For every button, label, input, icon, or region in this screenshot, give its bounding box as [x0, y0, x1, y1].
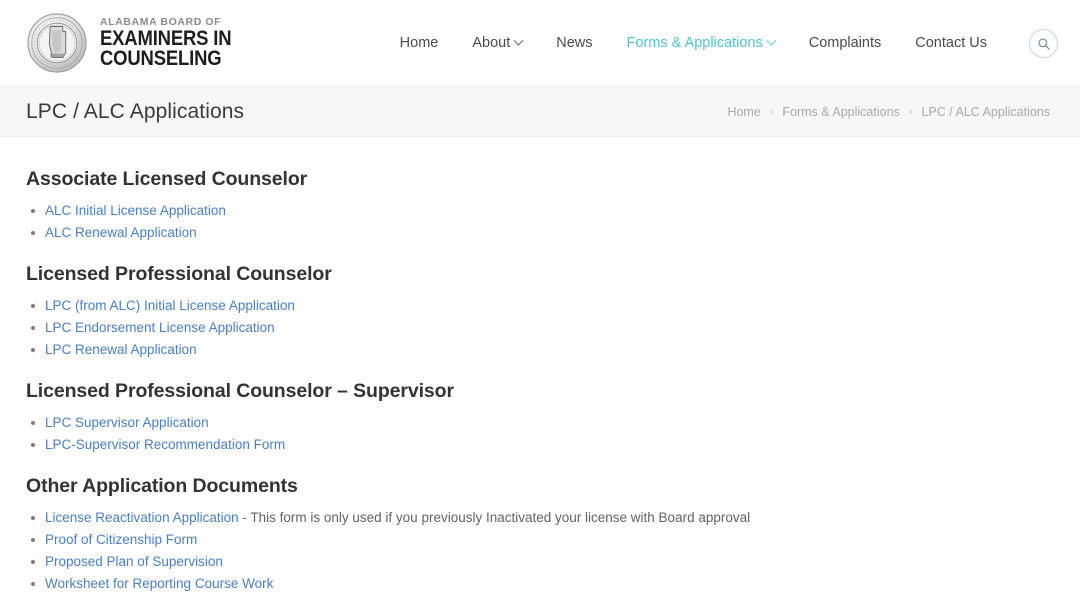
search-icon — [1037, 37, 1050, 50]
breadcrumb-item-forms-applications[interactable]: Forms & Applications — [782, 105, 899, 119]
breadcrumb-separator-icon: › — [908, 105, 913, 118]
nav-label: Home — [399, 35, 439, 51]
document-link[interactable]: Proposed Plan of Supervision — [45, 554, 223, 569]
section-other-application-documents: Other Application Documents License Reac… — [26, 475, 1054, 592]
wordmark-line-2: COUNSELING — [100, 47, 222, 71]
nav-item-contact-us[interactable]: Contact Us — [898, 35, 1004, 51]
nav-label: News — [556, 35, 593, 51]
document-link[interactable]: ALC Initial License Application — [45, 203, 226, 218]
site-header: ALABAMA BOARD OF EXAMINERS IN COUNSELING… — [0, 0, 1080, 86]
document-note: - This form is only used if you previous… — [238, 510, 751, 525]
nav-item-complaints[interactable]: Complaints — [792, 35, 899, 51]
document-list: LPC (from ALC) Initial License Applicati… — [26, 297, 1054, 359]
nav-label: Contact Us — [915, 35, 987, 51]
wordmark-top-line: ALABAMA BOARD OF — [100, 15, 222, 28]
list-item: Worksheet for Reporting Course Work — [26, 575, 1054, 592]
section-heading: Associate Licensed Counselor — [26, 168, 308, 190]
state-seal-icon — [27, 13, 87, 73]
list-item: ALC Initial License Application — [26, 202, 1054, 220]
page-title-bar: LPC / ALC Applications Home › Forms & Ap… — [0, 86, 1080, 137]
document-link[interactable]: License Reactivation Application — [45, 510, 239, 525]
section-licensed-professional-counselor-supervisor: Licensed Professional Counselor – Superv… — [26, 380, 1054, 454]
list-item: License Reactivation Application - This … — [26, 509, 1054, 527]
breadcrumb-item-home[interactable]: Home — [727, 105, 760, 119]
document-link[interactable]: ALC Renewal Application — [45, 225, 197, 240]
chevron-down-icon — [513, 35, 524, 46]
document-list: ALC Initial License Application ALC Rene… — [26, 202, 1054, 242]
list-item: LPC-Supervisor Recommendation Form — [26, 436, 1054, 454]
document-link[interactable]: LPC (from ALC) Initial License Applicati… — [45, 298, 295, 313]
document-link[interactable]: Proof of Citizenship Form — [45, 532, 197, 547]
section-heading: Licensed Professional Counselor – Superv… — [26, 380, 454, 402]
site-logo[interactable]: ALABAMA BOARD OF EXAMINERS IN COUNSELING — [26, 12, 249, 74]
nav-item-news[interactable]: News — [539, 35, 609, 51]
document-link[interactable]: LPC Renewal Application — [45, 342, 197, 357]
breadcrumb-item-current: LPC / ALC Applications — [921, 104, 1050, 119]
breadcrumb: Home › Forms & Applications › LPC / ALC … — [727, 105, 1050, 119]
nav-label: Complaints — [808, 35, 882, 51]
document-link[interactable]: LPC Supervisor Application — [45, 415, 209, 430]
list-item: ALC Renewal Application — [26, 224, 1054, 242]
document-list: License Reactivation Application - This … — [26, 509, 1054, 592]
document-list: LPC Supervisor Application LPC-Superviso… — [26, 414, 1054, 454]
nav-label: About — [472, 35, 511, 51]
page-title: LPC / ALC Applications — [26, 99, 245, 123]
nav-item-forms-applications[interactable]: Forms & Applications — [610, 35, 792, 51]
section-heading: Licensed Professional Counselor — [26, 263, 332, 285]
list-item: LPC Endorsement License Application — [26, 319, 1054, 337]
document-link[interactable]: LPC Endorsement License Application — [45, 320, 275, 335]
document-link[interactable]: LPC-Supervisor Recommendation Form — [45, 437, 285, 452]
section-heading: Other Application Documents — [26, 475, 298, 497]
list-item: LPC Renewal Application — [26, 341, 1054, 359]
breadcrumb-separator-icon: › — [769, 105, 774, 118]
list-item: Proof of Citizenship Form — [26, 531, 1054, 549]
nav-label: Forms & Applications — [626, 35, 763, 51]
nav-item-about[interactable]: About — [455, 35, 539, 51]
nav-item-home[interactable]: Home — [383, 35, 456, 51]
wordmark-main-text: EXAMINERS IN COUNSELING — [100, 27, 232, 71]
section-associate-licensed-counselor: Associate Licensed Counselor ALC Initial… — [26, 168, 1054, 242]
main-content: Associate Licensed Counselor ALC Initial… — [0, 137, 1080, 592]
list-item: LPC Supervisor Application — [26, 414, 1054, 432]
wordmark-line-1: EXAMINERS IN — [100, 27, 232, 51]
list-item: Proposed Plan of Supervision — [26, 553, 1054, 571]
chevron-down-icon — [766, 35, 777, 46]
search-button[interactable] — [1029, 29, 1058, 58]
logo-wordmark: ALABAMA BOARD OF EXAMINERS IN COUNSELING — [100, 17, 249, 70]
section-licensed-professional-counselor: Licensed Professional Counselor LPC (fro… — [26, 263, 1054, 359]
main-navigation: Home About News Forms & Applications Com… — [383, 0, 1004, 86]
list-item: LPC (from ALC) Initial License Applicati… — [26, 297, 1054, 315]
document-link[interactable]: Worksheet for Reporting Course Work — [45, 576, 273, 591]
